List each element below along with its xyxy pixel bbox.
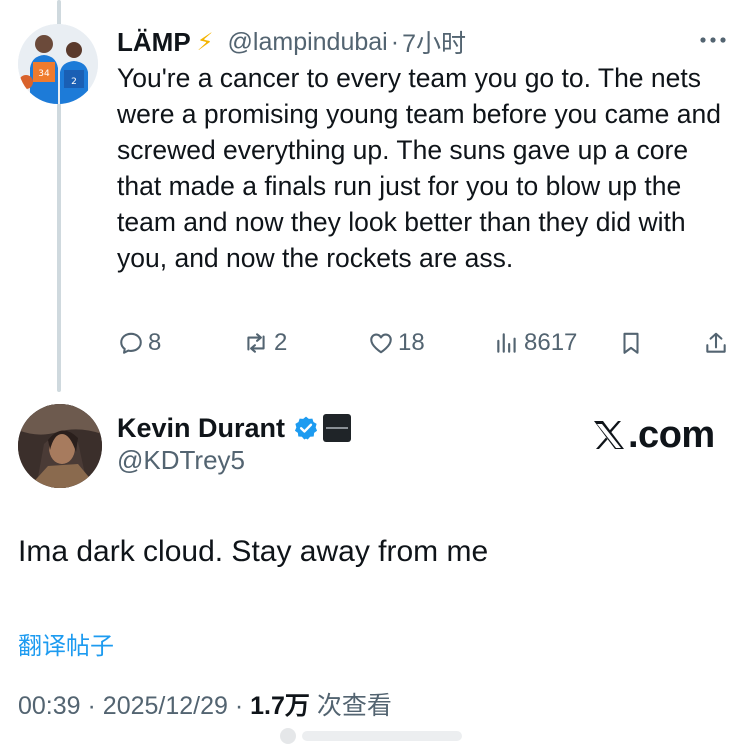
post-views-count: 1.7万 (250, 692, 310, 720)
post-views-label: 次查看 (316, 692, 392, 720)
reply-icon (120, 332, 142, 354)
like-icon (370, 333, 392, 354)
reply-header: LÄMP ⚡ @lampindubai · 7小时 (117, 24, 466, 60)
repost-icon (247, 333, 265, 353)
post-time[interactable]: 00:39 (18, 692, 81, 720)
header-separator: · (390, 27, 400, 56)
watermark-logo (280, 728, 462, 744)
reply-count: 8 (148, 329, 162, 356)
share-icon (706, 332, 726, 353)
verified-badge-icon[interactable] (293, 415, 319, 441)
post-author-name[interactable]: Kevin Durant (117, 413, 285, 444)
post-author-row: Kevin Durant (117, 410, 352, 446)
reply-author-name[interactable]: LÄMP (117, 27, 191, 58)
post-date[interactable]: 2025/12/29 (103, 692, 228, 720)
brand-label: .com (628, 413, 715, 456)
bookmark-button[interactable] (618, 326, 648, 360)
meta-separator: · (234, 692, 244, 720)
jersey-number-left: 34 (38, 69, 50, 79)
affiliate-badge-icon[interactable] (323, 414, 352, 442)
share-button[interactable] (703, 326, 733, 360)
reply-author-handle[interactable]: @lampindubai (228, 28, 388, 57)
post-body-text: Ima dark cloud. Stay away from me (18, 535, 489, 568)
bookmark-icon (623, 332, 639, 354)
repost-button[interactable]: 2 (242, 326, 287, 360)
reply-avatar[interactable]: 34 2 (18, 24, 98, 104)
reply-button[interactable]: 8 (118, 326, 161, 360)
lightning-emoji: ⚡ (196, 28, 214, 56)
x-com-brand: .com (592, 412, 715, 458)
like-button[interactable]: 18 (368, 326, 425, 360)
post-meta: 00:39 · 2025/12/29 · 1.7万 次查看 (18, 686, 392, 722)
post-avatar[interactable] (18, 404, 102, 488)
repost-count: 2 (274, 329, 288, 356)
x-logo-icon (594, 421, 624, 449)
views-button[interactable]: 8617 (494, 326, 577, 360)
views-count: 8617 (524, 329, 578, 356)
translate-post-link[interactable]: 翻译帖子 (18, 626, 114, 661)
like-count: 18 (398, 329, 425, 356)
views-icon (497, 333, 516, 353)
reply-body-text: You're a cancer to every team you go to.… (117, 63, 721, 273)
jersey-number-right: 2 (71, 77, 77, 87)
reply-timestamp[interactable]: 7小时 (402, 24, 466, 60)
more-icon[interactable] (698, 30, 728, 50)
post-author-handle[interactable]: @KDTrey5 (117, 445, 245, 476)
meta-separator: · (87, 692, 96, 720)
